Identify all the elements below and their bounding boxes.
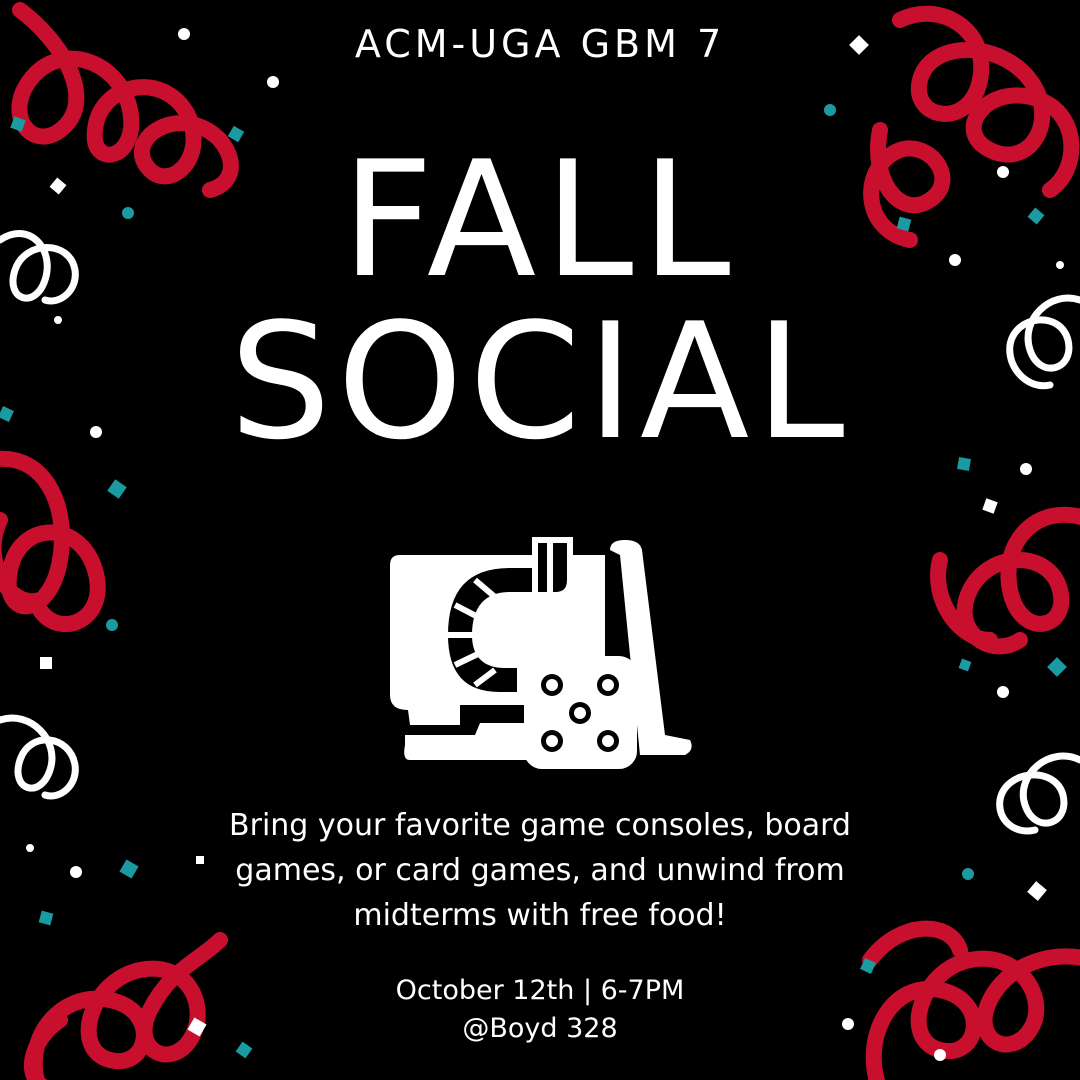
teal-confetti	[119, 859, 139, 879]
red-ribbon	[930, 506, 1080, 655]
white-confetti	[40, 657, 52, 669]
event-date-time: October 12th | 6-7PM	[395, 975, 685, 1006]
red-ribbon	[0, 450, 106, 633]
white-confetti	[26, 844, 34, 852]
event-title-line-1: FALL	[341, 126, 739, 313]
teal-confetti	[235, 1041, 253, 1059]
white-confetti	[997, 686, 1009, 698]
teal-confetti	[958, 658, 972, 672]
teal-confetti	[962, 868, 974, 880]
white-confetti	[267, 76, 279, 88]
white-confetti	[1020, 463, 1032, 475]
teal-confetti	[107, 479, 127, 499]
teal-confetti	[106, 619, 118, 631]
fall-social-poster: ACM-UGA GBM 7 FALL SOCIAL Bring your fav…	[0, 0, 1080, 1080]
white-confetti	[982, 498, 998, 514]
event-description: Bring your favorite game consoles, board…	[229, 808, 851, 933]
teal-confetti	[1047, 657, 1067, 677]
white-ribbon	[0, 714, 79, 800]
teal-confetti	[38, 910, 54, 926]
white-confetti	[1027, 881, 1047, 901]
white-confetti	[934, 1049, 946, 1061]
board-game-dice-icon	[380, 535, 700, 775]
event-title-line-2: SOCIAL	[229, 288, 851, 475]
event-subtitle: ACM-UGA GBM 7	[354, 22, 726, 66]
white-ribbon	[996, 752, 1080, 835]
red-ribbon	[24, 932, 228, 1080]
teal-confetti	[824, 104, 836, 116]
event-location: @Boyd 328	[462, 1013, 618, 1044]
white-confetti	[70, 866, 82, 878]
